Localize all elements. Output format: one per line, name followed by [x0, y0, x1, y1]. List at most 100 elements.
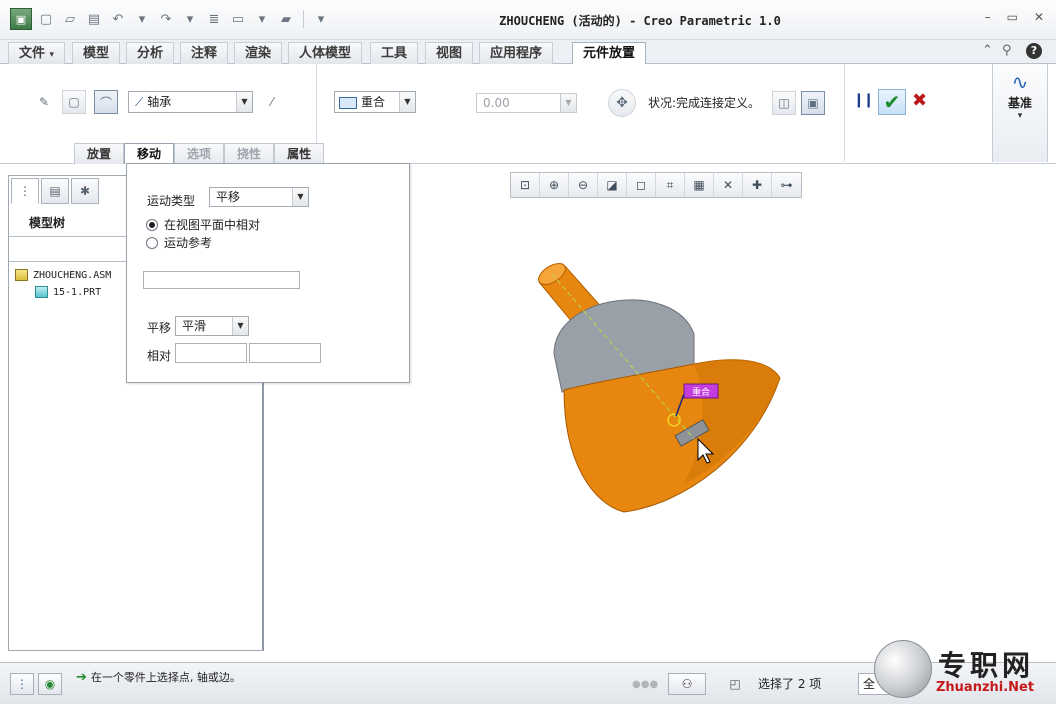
subtab-properties[interactable]: 属性	[274, 143, 325, 164]
saved-orientations-icon[interactable]: ⌗	[656, 173, 685, 197]
coincident-icon	[339, 96, 357, 109]
radio-unselected-icon	[146, 236, 158, 249]
drag-component-icon[interactable]: ✥	[608, 89, 636, 117]
zoom-in-icon[interactable]: ⊕	[540, 173, 569, 197]
radio-view-plane[interactable]: 在视图平面中相对	[146, 216, 260, 233]
show-browser-icon[interactable]: ◉	[38, 673, 62, 695]
chevron-down-icon: ▼	[236, 92, 252, 112]
subtab-placement[interactable]: 放置	[74, 143, 125, 164]
find-icon[interactable]: ⚇	[668, 673, 706, 695]
ribbon-separator	[844, 64, 845, 162]
watermark-ball-logo	[874, 640, 932, 698]
relative-label: 相对	[147, 349, 172, 363]
maximize-icon[interactable]: ▭	[1007, 10, 1018, 24]
subtab-options: 选项	[174, 143, 225, 164]
user-defined-icon[interactable]: ✎	[32, 90, 56, 114]
display-style-icon[interactable]: ◻	[627, 173, 656, 197]
assembly-icon	[15, 269, 28, 281]
datum-button[interactable]: ∿ 基准 ▾	[992, 64, 1048, 162]
status-message: 在一个零件上选择点, 轴或边。	[90, 671, 241, 684]
favorites-tab-icon[interactable]: ✱	[71, 178, 99, 204]
constraint-tag-label: 重合	[692, 386, 710, 398]
offset-value-field[interactable]: 0.00 ▼	[476, 93, 577, 113]
dashboard-sub-tabs: 放置 移动 选项 挠性 属性	[74, 143, 325, 164]
search-icon[interactable]: ⚲	[1002, 43, 1012, 58]
datum-display-icon[interactable]: ✕	[714, 173, 743, 197]
relative-field-1[interactable]	[175, 343, 247, 363]
pause-icon[interactable]: ❙❙	[853, 92, 875, 108]
tab-annotate[interactable]: 注释	[180, 42, 229, 64]
tab-applications[interactable]: 应用程序	[479, 42, 554, 64]
radio-motion-reference[interactable]: 运动参考	[146, 234, 212, 251]
title-bar: ▣ ▢ ▱ ▤ ↶ ▾ ↷ ▾ ≣ ▭ ▾ ▰ ▾ ZHOUCHENG (活动的…	[0, 0, 1056, 40]
model-tree-title: 模型树	[29, 216, 66, 230]
message-arrow-icon: ➔	[76, 669, 87, 685]
motion-type-value: 平移	[216, 190, 241, 204]
subtab-move[interactable]: 移动	[124, 143, 175, 164]
constraint-type-value: 重合	[361, 95, 386, 109]
close-icon[interactable]: ✕	[1034, 10, 1044, 24]
tab-render[interactable]: 渲染	[234, 42, 283, 64]
motion-reference-collector[interactable]	[143, 271, 300, 289]
zoom-out-icon[interactable]: ⊖	[569, 173, 598, 197]
cancel-x-button[interactable]: ✖	[912, 90, 927, 111]
spin-center-icon[interactable]: ✚	[743, 173, 772, 197]
annotation-display-icon[interactable]: ⊶	[772, 173, 801, 197]
model-tree-tab-icon[interactable]: ⋮	[11, 178, 39, 204]
selection-box-icon[interactable]: ◰	[716, 673, 754, 695]
ok-checkmark-button[interactable]: ✔	[878, 89, 906, 115]
tree-item-assembly[interactable]: ZHOUCHENG.ASM	[15, 269, 111, 281]
selection-count: 选择了 2 项	[758, 677, 822, 691]
tab-model[interactable]: 模型	[72, 42, 121, 64]
tab-view[interactable]: 视图	[425, 42, 474, 64]
ribbon-tab-row: 文件 ▾ 模型 分析 注释 渲染 人体模型 工具 视图 应用程序 元件放置 ⌃ …	[0, 40, 1056, 65]
minimize-icon[interactable]: –	[985, 10, 991, 24]
tab-manikin[interactable]: 人体模型	[288, 42, 363, 64]
repaint-icon[interactable]: ◪	[598, 173, 627, 197]
constraint-set-icon[interactable]: ▢	[62, 90, 86, 114]
folder-browser-tab-icon[interactable]: ▤	[41, 178, 69, 204]
translation-label: 平移	[147, 321, 172, 335]
tree-item-label: 15-1.PRT	[53, 286, 102, 298]
status-text: 状况:完成连接定义。	[648, 96, 761, 110]
chevron-down-icon: ▼	[399, 92, 415, 112]
separate-window-icon[interactable]: ◫	[772, 91, 796, 115]
mechanism-connection-icon[interactable]: ⌒	[94, 90, 118, 114]
tab-analysis[interactable]: 分析	[126, 42, 175, 64]
show-navigator-icon[interactable]: ⋮	[10, 673, 34, 695]
message-area: ➔ 在一个零件上选择点, 轴或边。	[76, 669, 241, 685]
watermark: 专职网 Zhuanzhi.Net	[874, 636, 1050, 700]
watermark-en-text: Zhuanzhi.Net	[936, 680, 1035, 695]
collapse-ribbon-icon[interactable]: ⌃	[982, 43, 993, 58]
motion-type-dropdown[interactable]: 平移 ▼	[209, 187, 309, 207]
tree-item-label: ZHOUCHENG.ASM	[33, 269, 112, 281]
tree-item-part[interactable]: 15-1.PRT	[35, 286, 101, 298]
constraint-type-dropdown[interactable]: 重合 ▼	[334, 91, 416, 113]
refit-icon[interactable]: ⊡	[511, 173, 540, 197]
graphics-view-toolbar: ⊡ ⊕ ⊖ ◪ ◻ ⌗ ▦ ✕ ✚ ⊶	[510, 172, 802, 198]
translation-value: 平滑	[182, 319, 207, 333]
regen-status-icon: ●●●	[632, 679, 659, 690]
navigator-tabs: ⋮ ▤ ✱	[11, 178, 99, 204]
datum-label: 基准	[1007, 96, 1032, 110]
tab-tools[interactable]: 工具	[370, 42, 419, 64]
bearing-icon: ⟋	[135, 95, 144, 109]
assembly-window-icon[interactable]: ▣	[801, 91, 825, 115]
view-manager-icon[interactable]: ▦	[685, 173, 714, 197]
tab-label: 文件	[19, 46, 46, 61]
relative-field-2[interactable]	[249, 343, 321, 363]
tab-component-placement[interactable]: 元件放置	[572, 42, 647, 65]
connection-type-value: 轴承	[147, 95, 172, 109]
chevron-down-icon: ▼	[232, 317, 248, 335]
help-icon[interactable]: ?	[1026, 43, 1042, 59]
tab-file[interactable]: 文件 ▾	[8, 42, 66, 64]
window-controls: – ▭ ✕	[985, 10, 1044, 24]
connection-type-dropdown[interactable]: ⟋ 轴承 ▼	[128, 91, 253, 113]
motion-type-label: 运动类型	[147, 194, 196, 208]
flip-icon[interactable]: ⁄	[260, 90, 284, 114]
translation-dropdown[interactable]: 平滑 ▼	[175, 316, 249, 336]
chevron-down-icon: ▼	[292, 188, 308, 206]
part-icon	[35, 286, 48, 298]
window-title: ZHOUCHENG (活动的) - Creo Parametric 1.0	[499, 14, 781, 28]
radio-label: 在视图平面中相对	[164, 218, 261, 232]
